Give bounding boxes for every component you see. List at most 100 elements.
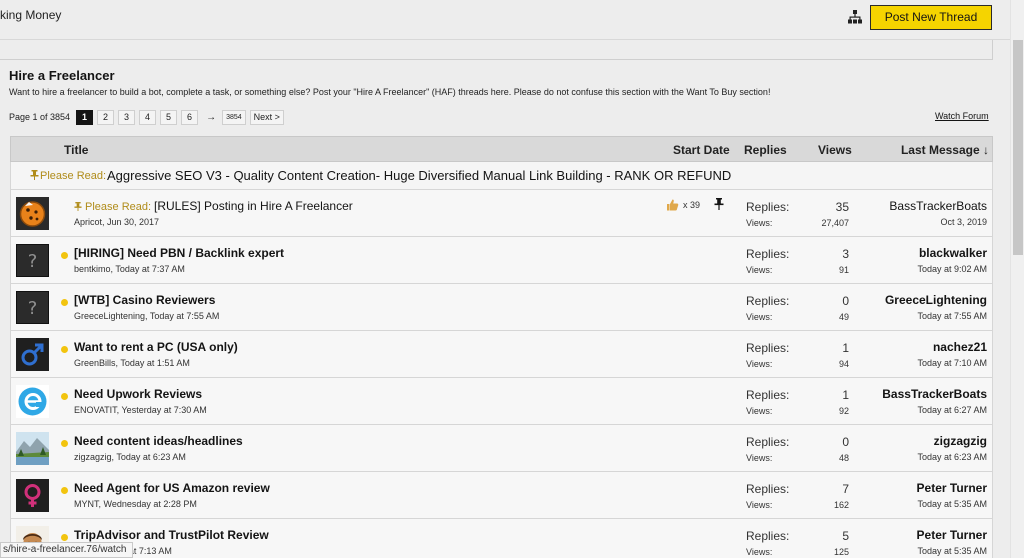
female-symbol-avatar[interactable] [16,479,49,512]
thread-title[interactable]: [WTB] Casino Reviewers [74,293,215,307]
last-message-user[interactable]: zigzagzig [934,434,987,448]
views-count: 49 [838,312,849,322]
unread-indicator-icon [61,487,68,494]
page-link-5[interactable]: 5 [160,109,178,125]
pin-icon [74,202,82,211]
male-symbol-avatar[interactable] [16,338,49,371]
thread-title[interactable]: [HIRING] Need PBN / Backlink expert [74,246,284,260]
views-count: 162 [833,500,849,510]
page-jump-arrow-icon[interactable]: → [206,112,216,123]
thread-row[interactable]: Need content ideas/headlines zigzagzig, … [10,425,993,472]
thread-meta: ENOVATIT, Yesterday at 7:30 AM [74,405,207,415]
replies-count: 1 [842,388,849,402]
views-label: Views: [746,500,773,510]
last-message-user[interactable]: BassTrackerBoats [889,199,987,213]
last-message-date[interactable]: Oct 3, 2019 [940,217,987,227]
unread-indicator-icon [61,299,68,306]
sticky-announcement-row[interactable]: Please Read: Aggressive SEO V3 - Quality… [10,162,993,190]
thread-meta: bentkimo, Today at 7:37 AM [74,264,185,274]
views-label: Views: [746,218,773,228]
thread-title[interactable]: [RULES] Posting in Hire A Freelancer [154,199,353,213]
last-message-date[interactable]: Today at 6:23 AM [917,452,987,462]
replies-count: 1 [842,341,849,355]
forum-description: Want to hire a freelancer to build a bot… [9,87,771,97]
unread-indicator-icon [61,252,68,259]
thread-row[interactable]: ? [WTB] Casino Reviewers GreeceLightenin… [10,284,993,331]
thread-row[interactable]: Please Read: [RULES] Posting in Hire A F… [10,190,993,237]
replies-label: Replies: [746,388,790,402]
sticky-pin-icon [714,198,724,210]
views-label: Views: [746,453,773,463]
last-message-user[interactable]: GreeceLightening [885,293,987,307]
page-link-1[interactable]: 1 [76,109,94,125]
replies-label: Replies: [746,200,790,214]
cookie-avatar[interactable] [16,197,49,230]
page-link-6[interactable]: 6 [181,109,199,125]
replies-label: Replies: [746,482,790,496]
views-label: Views: [746,312,773,322]
please-read-prefix: Please Read: [85,201,152,213]
thread-row[interactable]: Want to rent a PC (USA only) GreenBills,… [10,331,993,378]
thread-meta: GreeceLightening, Today at 7:55 AM [74,311,220,321]
last-message-user[interactable]: Peter Turner [917,481,987,495]
thread-row[interactable]: Need Upwork Reviews ENOVATIT, Yesterday … [10,378,993,425]
sub-navigation-box [0,40,993,60]
thread-title[interactable]: Need Agent for US Amazon review [74,481,270,495]
replies-count: 3 [842,247,849,261]
unread-indicator-icon [61,440,68,447]
page-link-2[interactable]: 2 [97,109,115,125]
thread-row[interactable]: Need Agent for US Amazon review MYNT, We… [10,472,993,519]
column-replies[interactable]: Replies [744,143,787,157]
forum-title: Hire a Freelancer [9,68,115,83]
sticky-announcement-title[interactable]: Aggressive SEO V3 - Quality Content Crea… [107,168,731,183]
replies-label: Replies: [746,529,790,543]
last-message-date[interactable]: Today at 5:35 AM [917,499,987,509]
unread-indicator-icon [61,346,68,353]
last-message-date[interactable]: Today at 5:35 AM [917,546,987,556]
thread-title[interactable]: Want to rent a PC (USA only) [74,340,238,354]
svg-text:?: ? [28,251,38,272]
question-avatar[interactable]: ? [16,244,49,277]
last-message-date[interactable]: Today at 6:27 AM [917,405,987,415]
question-avatar[interactable]: ? [16,291,49,324]
thread-title[interactable]: TripAdvisor and TrustPilot Review [74,528,269,542]
landscape-avatar[interactable] [16,432,49,465]
thread-row[interactable]: ? [HIRING] Need PBN / Backlink expert be… [10,237,993,284]
thumbs-up-icon [667,199,679,211]
post-new-thread-button[interactable]: Post New Thread [870,5,992,30]
unread-indicator-icon [61,393,68,400]
last-message-date[interactable]: Today at 9:02 AM [917,264,987,274]
views-label: Views: [746,265,773,275]
views-count: 94 [838,359,849,369]
scrollbar-thumb[interactable] [1013,40,1023,255]
column-start-date[interactable]: Start Date [673,143,730,157]
column-title[interactable]: Title [64,143,88,157]
last-message-date[interactable]: Today at 7:10 AM [917,358,987,368]
breadcrumb[interactable]: king Money [0,8,61,22]
next-page-button[interactable]: Next > [249,109,284,125]
replies-label: Replies: [746,435,790,449]
link-preview-status-bar: s/hire-a-freelancer.76/watch [0,542,134,558]
thread-meta: Apricot, Jun 30, 2017 [74,217,160,227]
watch-forum-link[interactable]: Watch Forum [935,111,989,121]
upwork-logo-avatar[interactable] [16,385,49,418]
replies-count: 5 [842,529,849,543]
thread-row[interactable]: TripAdvisor and TrustPilot Review , Wedn… [10,519,993,558]
page-link-4[interactable]: 4 [139,109,157,125]
sitemap-icon[interactable] [848,10,862,24]
page-link-3[interactable]: 3 [118,109,136,125]
last-message-user[interactable]: nachez21 [933,340,987,354]
replies-count: 0 [842,294,849,308]
last-message-user[interactable]: BassTrackerBoats [882,387,987,401]
replies-count: 0 [842,435,849,449]
thread-title[interactable]: Need content ideas/headlines [74,434,243,448]
last-message-user[interactable]: Peter Turner [917,528,987,542]
column-views[interactable]: Views [818,143,852,157]
thread-title[interactable]: Need Upwork Reviews [74,387,202,401]
last-message-date[interactable]: Today at 7:55 AM [917,311,987,321]
page-link-last[interactable]: 3854 [222,109,246,125]
column-last-message[interactable]: Last Message ↓ [901,143,989,157]
scrollbar[interactable] [1010,0,1024,558]
last-message-user[interactable]: blackwalker [919,246,987,260]
page-count-label: Page 1 of 3854 [9,112,71,122]
